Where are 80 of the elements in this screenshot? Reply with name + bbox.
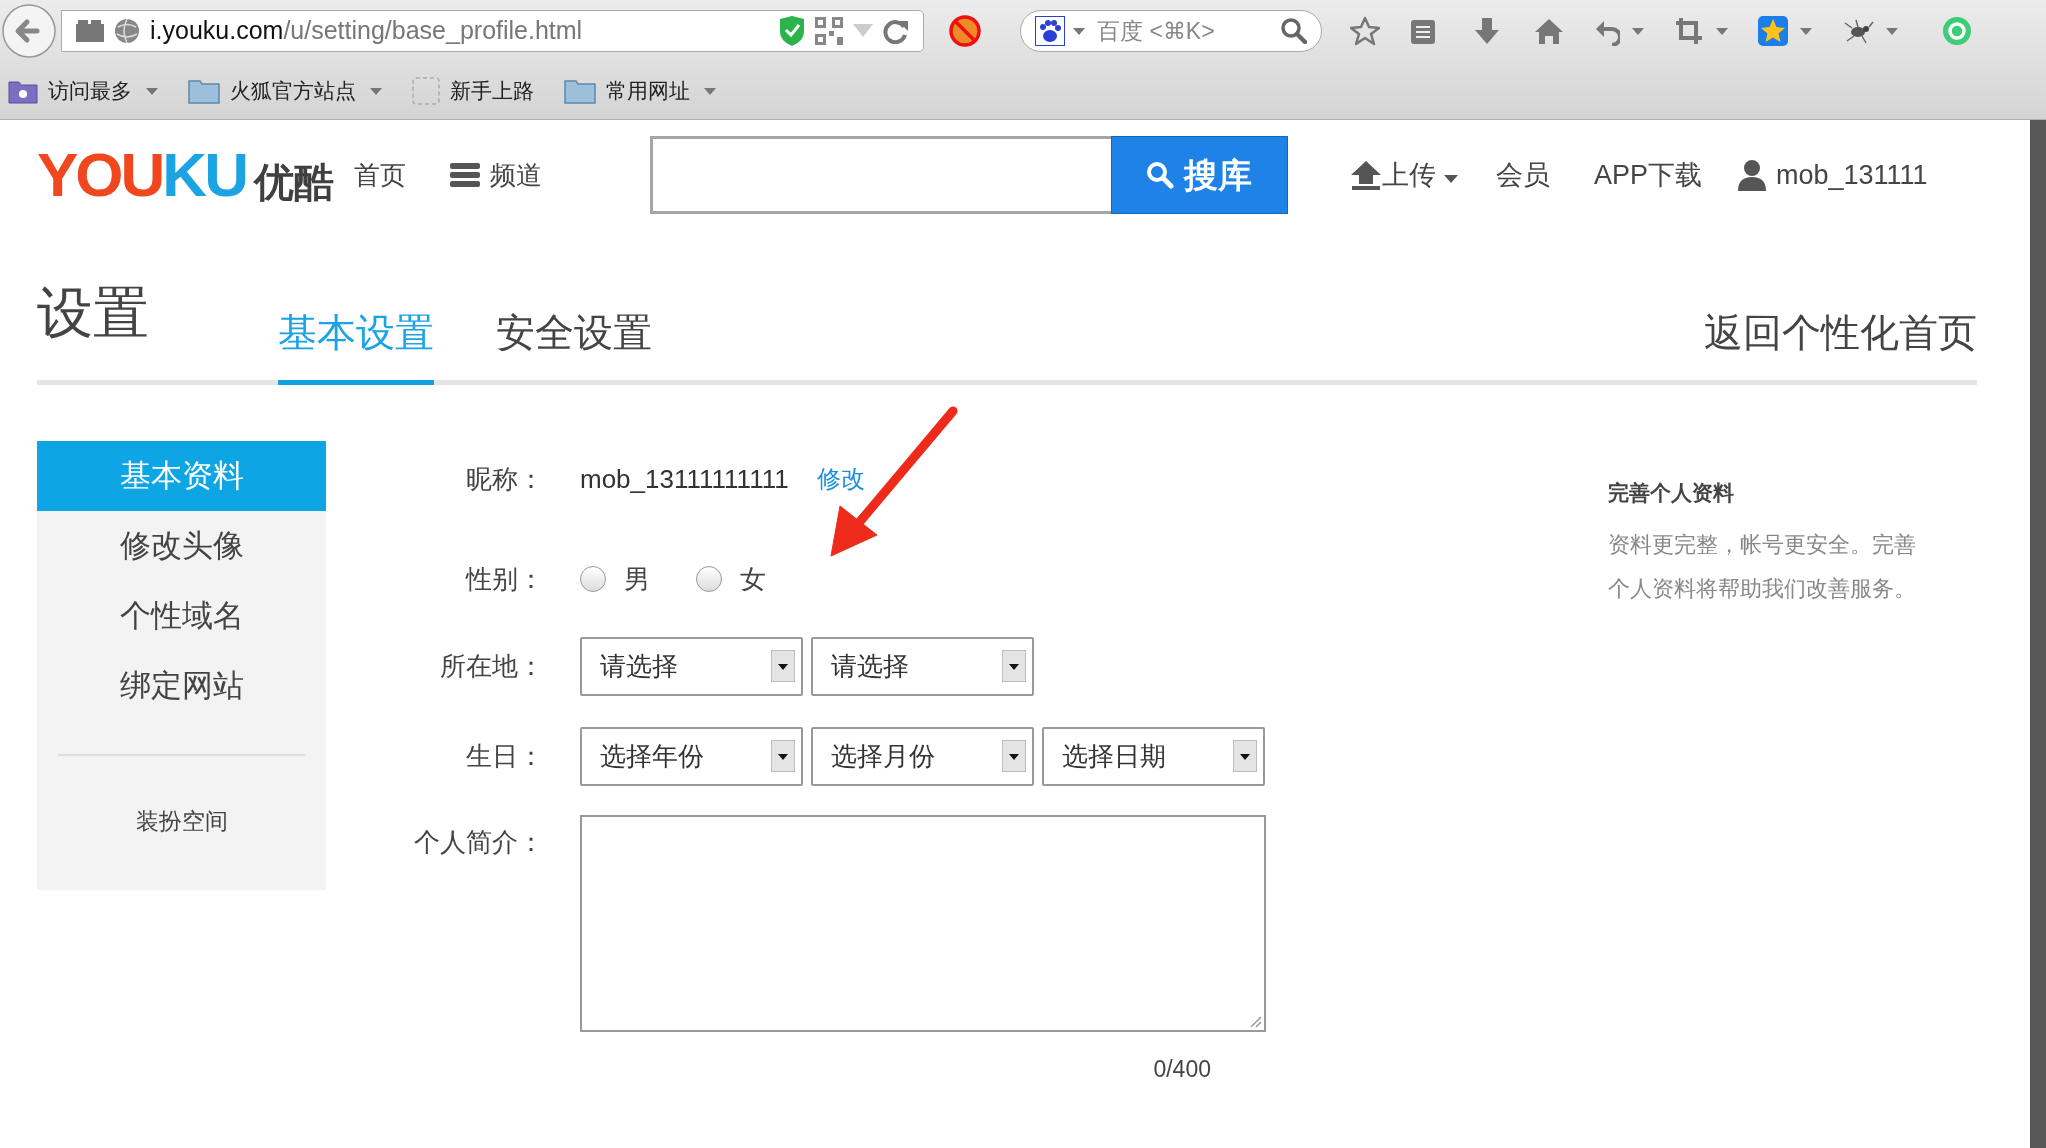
crop-icon[interactable]: [1674, 16, 1704, 46]
sidebar-item[interactable]: 个性域名: [37, 581, 326, 651]
search-button[interactable]: 搜库: [1110, 136, 1288, 214]
download-icon[interactable]: [1472, 16, 1502, 46]
bookmark-item[interactable]: 火狐官方站点: [188, 75, 382, 107]
tab[interactable]: 安全设置: [496, 303, 652, 385]
select-dropdown[interactable]: 选择年份: [580, 726, 803, 786]
bookmark-star-icon[interactable]: [1350, 16, 1380, 46]
circle-logo-icon[interactable]: [1942, 16, 1972, 46]
caret-icon: [771, 740, 795, 772]
blank-page-icon: [412, 77, 440, 105]
upload-icon: [1349, 160, 1382, 190]
dropdown-icon[interactable]: [1073, 27, 1085, 35]
logo-text[interactable]: YOU: [37, 144, 163, 206]
nav-link[interactable]: 会员: [1495, 154, 1550, 196]
field-label: 性别：: [464, 562, 544, 596]
edit-link[interactable]: 修改: [816, 461, 865, 497]
folder-gear-icon: [8, 78, 38, 104]
field-label: 昵称：: [465, 462, 544, 496]
user-icon: [1737, 159, 1766, 191]
bookmark-item[interactable]: 常用网址: [564, 75, 716, 107]
logo-text[interactable]: 优酷: [253, 162, 334, 202]
radio-button[interactable]: [696, 566, 722, 592]
nav-link[interactable]: 上传: [1349, 154, 1458, 196]
nav-link[interactable]: 频道: [449, 155, 542, 195]
caret-icon[interactable]: [1886, 27, 1898, 35]
search-icon: [1281, 18, 1307, 44]
search-icon: [1146, 161, 1175, 189]
menu-icon: [449, 163, 480, 187]
star-app-icon[interactable]: [1758, 16, 1788, 46]
field-label: 生日：: [465, 739, 544, 773]
nav-link[interactable]: APP下载: [1593, 154, 1702, 196]
field-label: 个人简介：: [413, 826, 544, 859]
blocked-icon[interactable]: [948, 14, 982, 48]
bookmark-item[interactable]: 新手上路: [412, 75, 534, 107]
caret-icon: [771, 650, 795, 682]
caret-icon[interactable]: [1800, 27, 1812, 35]
globe-icon: [114, 18, 140, 44]
shield-check-icon: [779, 16, 805, 46]
select-dropdown[interactable]: 选择日期: [1042, 726, 1265, 786]
radio-button[interactable]: [580, 566, 606, 592]
bookmark-item[interactable]: 访问最多: [8, 75, 158, 107]
sidebar-item[interactable]: 修改头像: [37, 511, 326, 581]
caret-icon: [1233, 740, 1257, 772]
sidebar-link[interactable]: 装扮空间: [37, 804, 326, 839]
search-field[interactable]: 百度 <⌘K>: [1020, 10, 1322, 52]
bio-textarea[interactable]: [580, 815, 1266, 1032]
back-link[interactable]: 返回个性化首页: [1704, 303, 1977, 362]
caret-icon[interactable]: [1632, 27, 1644, 35]
paw-icon: [1035, 16, 1065, 46]
radio-label: 男: [624, 562, 650, 596]
caret-icon: [1002, 740, 1026, 772]
radio-label: 女: [740, 562, 766, 596]
select-dropdown[interactable]: 请选择: [811, 636, 1034, 696]
caret-icon: [1002, 650, 1026, 682]
url-text: i.youku.com/u/setting/base_profile.html: [150, 15, 584, 47]
nav-link[interactable]: 首页: [353, 155, 406, 195]
nickname-value: mob_13111111111: [580, 462, 789, 496]
sidebar-item[interactable]: 绑定网站: [37, 651, 326, 721]
home-icon[interactable]: [1534, 16, 1564, 46]
back-button[interactable]: [1, 3, 57, 59]
reload-icon[interactable]: [883, 18, 909, 44]
search-placeholder: 百度 <⌘K>: [1097, 16, 1216, 46]
info-text: 资料更完整，帐号更安全。完善个人资料将帮助我们改善服务。: [1608, 530, 1917, 603]
nav-link[interactable]: mob_131111: [1737, 154, 1928, 196]
folder-icon: [564, 78, 596, 104]
search-input[interactable]: [649, 136, 1111, 214]
folder-icon: [188, 78, 220, 104]
qr-code-icon: [815, 17, 843, 45]
select-dropdown[interactable]: 选择月份: [811, 726, 1034, 786]
caret-icon[interactable]: [1716, 27, 1728, 35]
address-bar[interactable]: i.youku.com/u/setting/base_profile.html: [61, 10, 924, 52]
tab-groups-icon: [76, 20, 104, 42]
info-title: 完善个人资料: [1608, 480, 1735, 506]
character-counter: 0/400: [1153, 1055, 1211, 1084]
caret-icon: [1443, 175, 1458, 183]
resize-handle-icon: [1250, 1016, 1262, 1028]
page-title: 设置: [37, 280, 150, 346]
select-dropdown[interactable]: 请选择: [580, 636, 803, 696]
field-label: 所在地：: [439, 649, 544, 683]
